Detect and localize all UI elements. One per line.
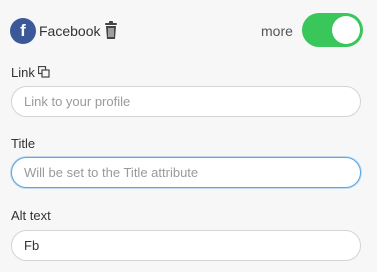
more-label: more: [261, 23, 293, 39]
title-label: Title: [11, 136, 36, 151]
link-input[interactable]: [11, 86, 361, 117]
trash-icon[interactable]: [104, 21, 118, 40]
network-name: Facebook: [39, 23, 101, 39]
link-label: Link: [11, 65, 35, 80]
more-toggle[interactable]: [302, 13, 363, 47]
copy-icon[interactable]: [37, 66, 50, 78]
facebook-icon: f: [10, 18, 36, 44]
toggle-knob[interactable]: [332, 16, 360, 44]
alt-text-label: Alt text: [11, 208, 51, 223]
social-item-header: f Facebook more: [10, 13, 363, 49]
alt-text-input[interactable]: [11, 230, 361, 261]
link-label-row: Link: [11, 65, 50, 80]
title-input[interactable]: [11, 157, 361, 188]
